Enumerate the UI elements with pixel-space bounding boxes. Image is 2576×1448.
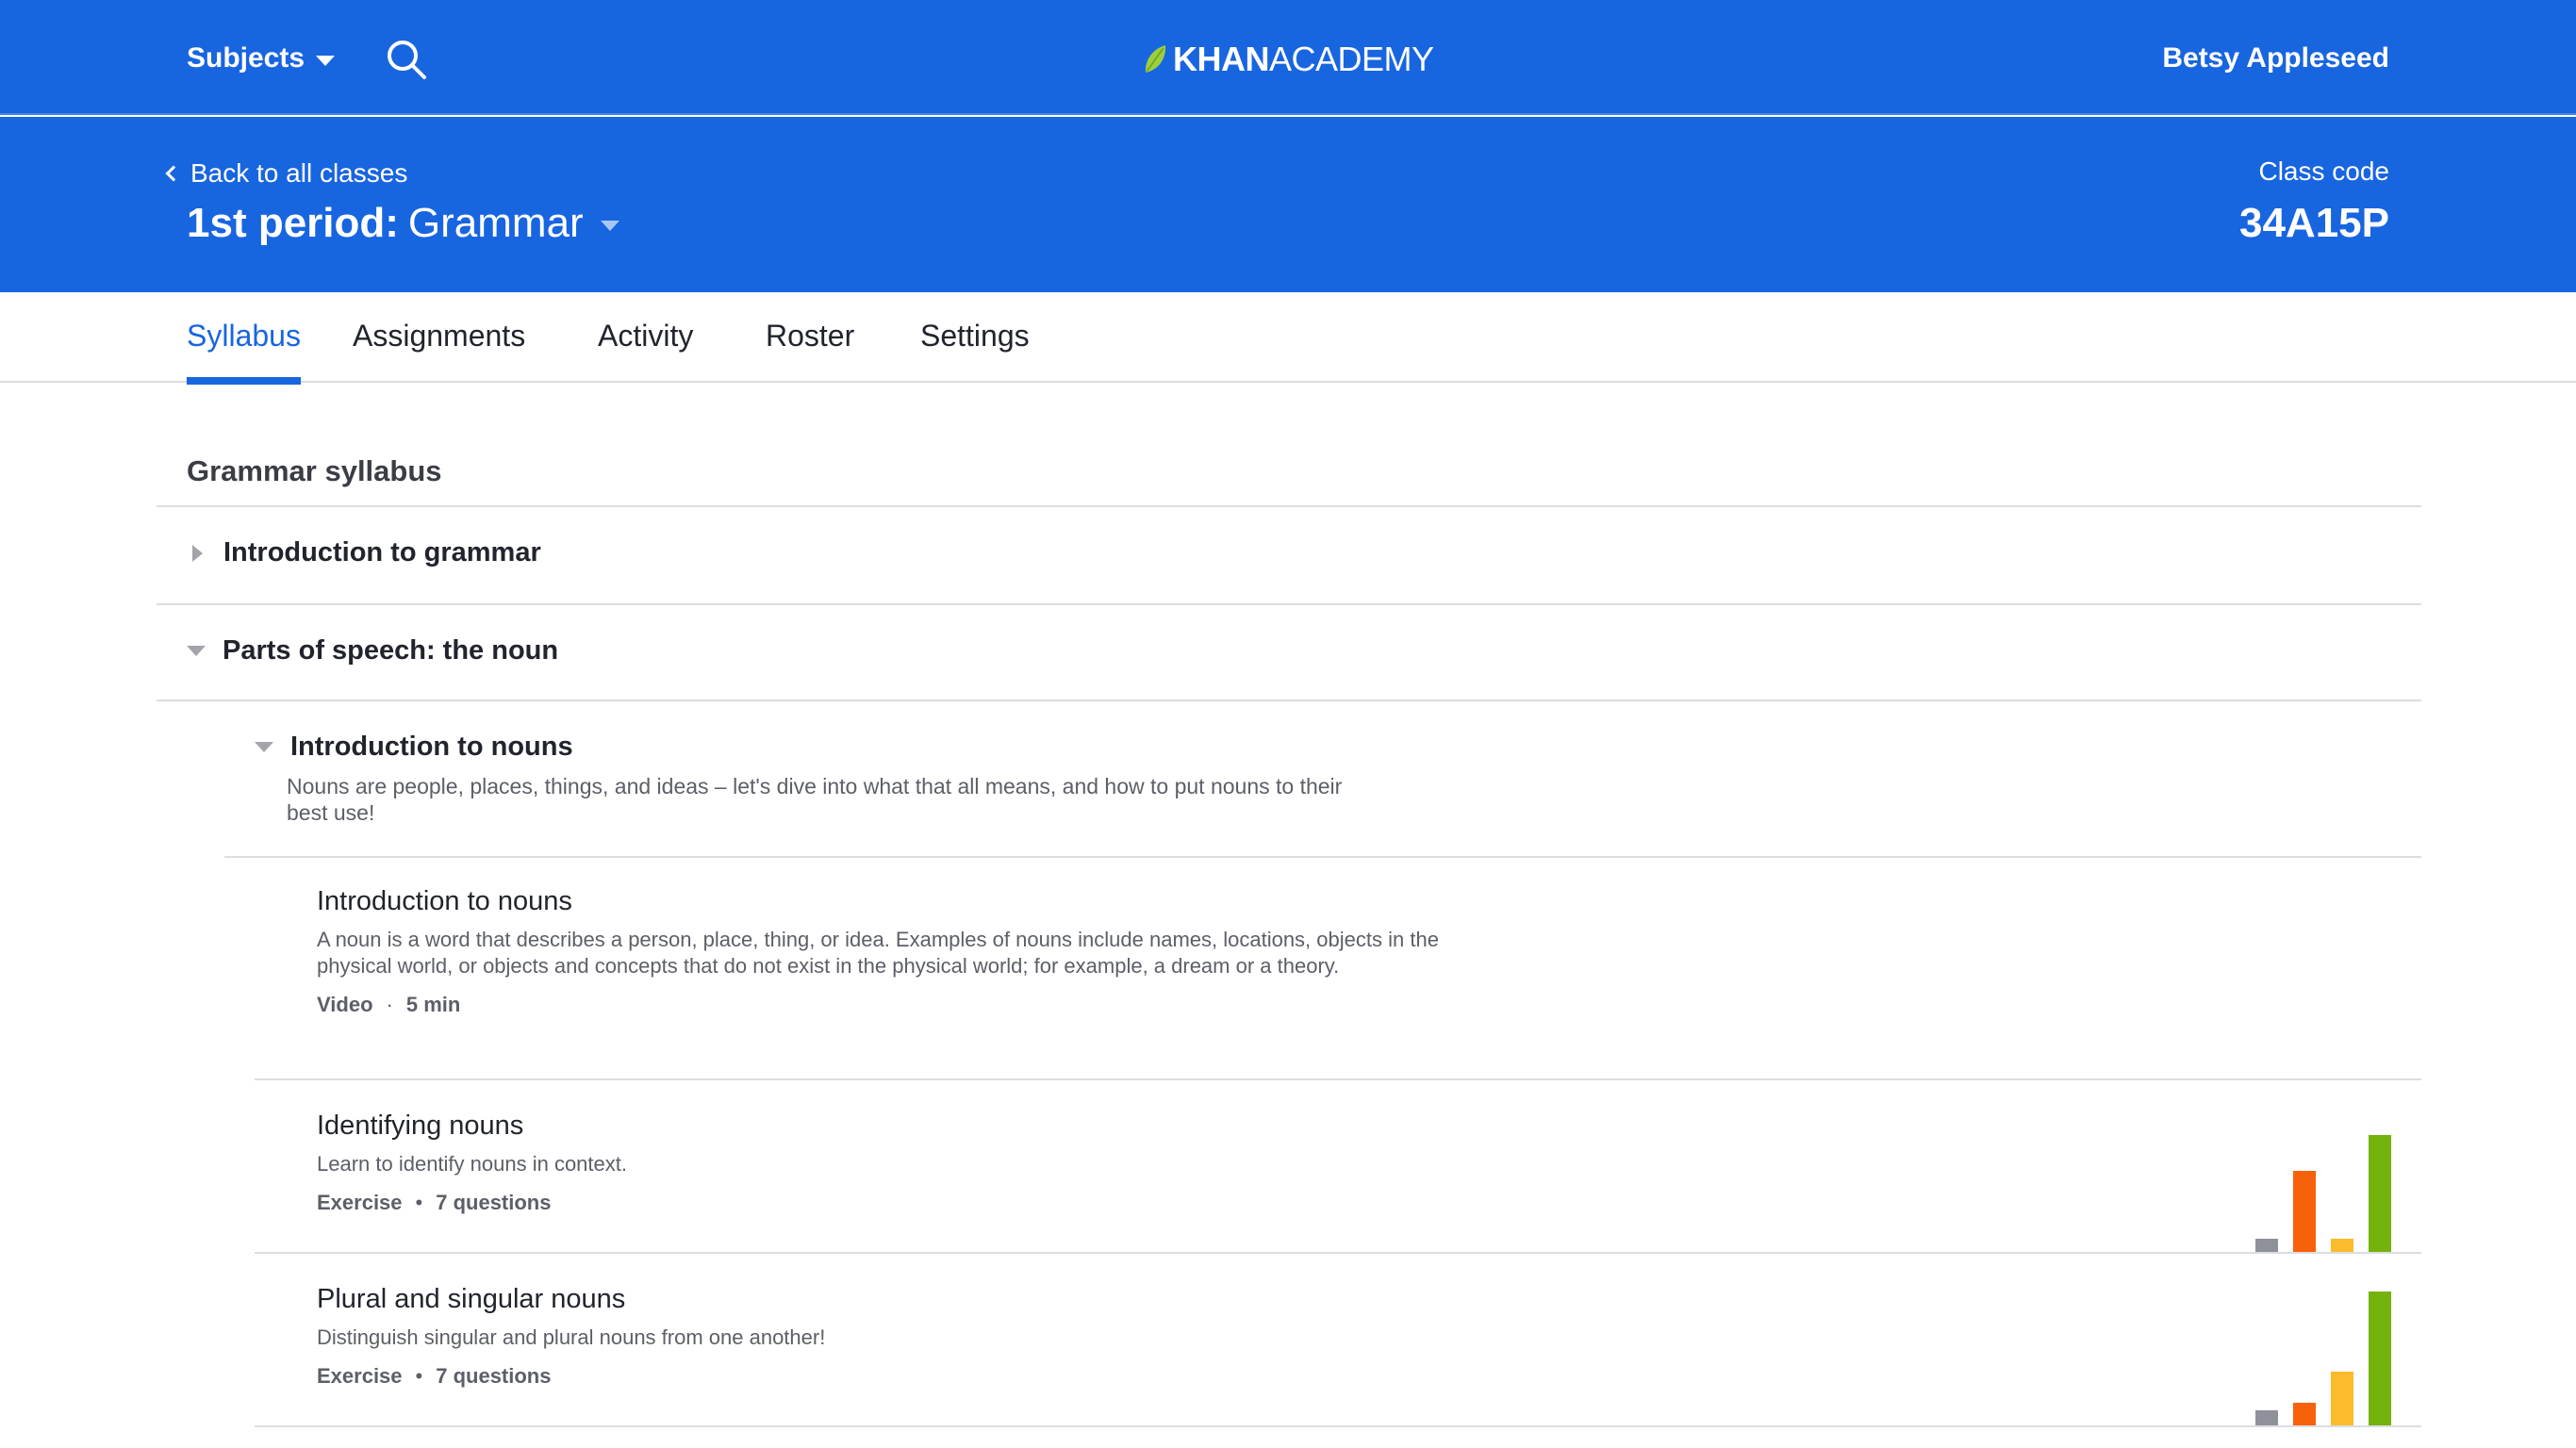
collapse-arrow-icon xyxy=(255,742,273,752)
content-item-exercise: Identifying nouns Learn to identify noun… xyxy=(317,1111,1448,1215)
item-type: Video xyxy=(317,993,373,1016)
meta-separator: · xyxy=(386,993,393,1016)
top-navbar: Subjects KHAN ACADEMY Betsy Appleseed xyxy=(0,0,2576,115)
item-meta: Exercise • 7 questions xyxy=(317,1191,1448,1215)
lesson-title: Introduction to nouns xyxy=(290,732,573,762)
back-to-classes-link[interactable]: Back to all classes xyxy=(164,158,407,189)
unit-title: Parts of speech: the noun xyxy=(223,635,559,666)
tab-syllabus[interactable]: Syllabus xyxy=(187,319,301,385)
item-title[interactable]: Introduction to nouns xyxy=(317,886,1448,917)
divider xyxy=(157,505,2421,507)
unit-introduction-to-grammar[interactable]: Introduction to grammar xyxy=(192,537,541,568)
not-started-bar xyxy=(2255,1410,2278,1425)
lesson-description: Nouns are people, places, things, and id… xyxy=(287,774,1343,825)
item-title[interactable]: Plural and singular nouns xyxy=(317,1284,1448,1315)
divider xyxy=(255,1252,2421,1254)
lesson-introduction-to-nouns[interactable]: Introduction to nouns xyxy=(255,732,573,763)
divider xyxy=(157,699,2421,701)
item-description: Learn to identify nouns in context. xyxy=(317,1152,627,1176)
divider xyxy=(157,603,2421,605)
search-icon[interactable] xyxy=(385,38,428,81)
struggling-bar xyxy=(2293,1171,2316,1252)
mastered-bar xyxy=(2369,1135,2391,1252)
mastery-chart[interactable] xyxy=(2255,1135,2397,1252)
divider xyxy=(255,1425,2421,1427)
not-started-bar xyxy=(2255,1239,2278,1252)
logo-academy-text: ACADEMY xyxy=(1269,40,1434,78)
chevron-left-icon xyxy=(165,165,182,182)
tab-settings[interactable]: Settings xyxy=(920,319,1030,383)
unit-parts-of-speech-noun[interactable]: Parts of speech: the noun xyxy=(187,635,558,666)
meta-separator: • xyxy=(415,1364,423,1388)
collapse-arrow-icon xyxy=(187,646,206,656)
item-title[interactable]: Identifying nouns xyxy=(317,1111,1448,1142)
subjects-label: Subjects xyxy=(187,42,305,74)
item-type: Exercise xyxy=(317,1191,403,1214)
class-selector[interactable]: 1st period: Grammar xyxy=(187,200,619,247)
class-name: Grammar xyxy=(407,200,584,246)
expand-arrow-icon xyxy=(192,544,203,562)
mastered-bar xyxy=(2369,1292,2391,1425)
khan-academy-logo[interactable]: KHAN ACADEMY xyxy=(1143,38,1434,81)
item-meta: Exercise • 7 questions xyxy=(317,1364,1448,1389)
item-description: Distinguish singular and plural nouns fr… xyxy=(317,1325,826,1349)
divider xyxy=(255,1078,2421,1080)
subjects-menu-button[interactable]: Subjects xyxy=(187,38,336,79)
chevron-down-icon xyxy=(600,220,619,231)
tab-bar: Syllabus Assignments Activity Roster Set… xyxy=(0,292,2576,385)
tab-assignments[interactable]: Assignments xyxy=(353,319,525,383)
user-menu[interactable]: Betsy Appleseed xyxy=(2162,38,2389,79)
class-code: 34A15P xyxy=(2238,200,2389,246)
class-header: Back to all classes 1st period: Grammar … xyxy=(0,117,2576,292)
leaf-icon xyxy=(1145,45,1166,73)
logo-khan-text: KHAN xyxy=(1173,40,1270,78)
item-detail: 7 questions xyxy=(436,1364,552,1388)
tab-roster[interactable]: Roster xyxy=(766,319,854,383)
struggling-bar xyxy=(2293,1403,2316,1425)
item-detail: 7 questions xyxy=(436,1191,552,1214)
practiced-bar xyxy=(2331,1239,2353,1252)
content-item-video: Introduction to nouns A noun is a word t… xyxy=(317,886,1448,1017)
item-type: Exercise xyxy=(317,1364,403,1388)
content-item-exercise: Plural and singular nouns Distinguish si… xyxy=(317,1284,1448,1389)
item-description: A noun is a word that describes a person… xyxy=(317,928,1439,978)
practiced-bar xyxy=(2331,1372,2353,1425)
class-code-label: Class code xyxy=(2258,156,2389,186)
class-period: 1st period: xyxy=(187,200,399,246)
chevron-down-icon xyxy=(316,55,336,66)
unit-title: Introduction to grammar xyxy=(223,537,541,568)
tab-activity[interactable]: Activity xyxy=(598,319,693,383)
meta-separator: • xyxy=(415,1191,423,1214)
back-label: Back to all classes xyxy=(190,158,408,188)
mastery-chart[interactable] xyxy=(2255,1292,2397,1425)
class-code-box: Class code 34A15P xyxy=(2239,156,2389,247)
item-detail: 5 min xyxy=(405,993,461,1016)
divider xyxy=(224,856,2421,858)
item-meta: Video · 5 min xyxy=(317,993,1448,1017)
syllabus-title: Grammar syllabus xyxy=(187,454,442,487)
syllabus-content: Grammar syllabus Introduction to grammar… xyxy=(0,383,2576,1448)
